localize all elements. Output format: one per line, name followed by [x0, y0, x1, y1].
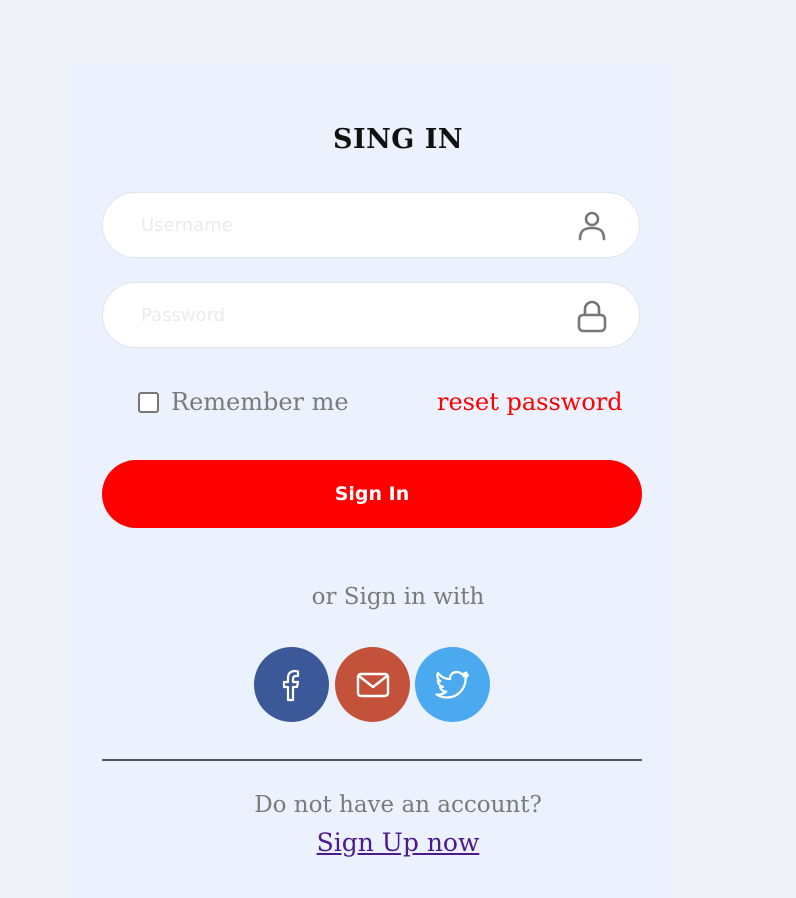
sign-in-button[interactable]: Sign In — [102, 460, 642, 528]
reset-password-link[interactable]: reset password — [437, 388, 623, 416]
remember-me[interactable]: Remember me — [138, 388, 349, 416]
twitter-icon — [434, 670, 469, 699]
page-title: SING IN — [332, 124, 464, 155]
username-field-wrapper — [102, 192, 640, 258]
username-input[interactable] — [141, 193, 541, 257]
twitter-button[interactable] — [415, 647, 490, 722]
social-heading: or Sign in with — [311, 584, 485, 610]
signup-row: Sign Up now — [0, 828, 796, 857]
password-field-wrapper — [102, 282, 640, 348]
user-icon — [578, 211, 606, 241]
remember-me-checkbox[interactable] — [138, 391, 159, 413]
sign-up-link[interactable]: Sign Up now — [317, 828, 480, 857]
lock-icon — [577, 300, 607, 333]
facebook-button[interactable] — [254, 647, 329, 722]
no-account-text: Do not have an account? — [254, 792, 542, 818]
facebook-icon — [282, 669, 299, 701]
email-button[interactable] — [335, 647, 410, 722]
divider — [102, 759, 642, 761]
remember-me-label: Remember me — [171, 388, 349, 416]
password-input[interactable] — [141, 283, 541, 347]
mail-icon — [356, 672, 389, 697]
